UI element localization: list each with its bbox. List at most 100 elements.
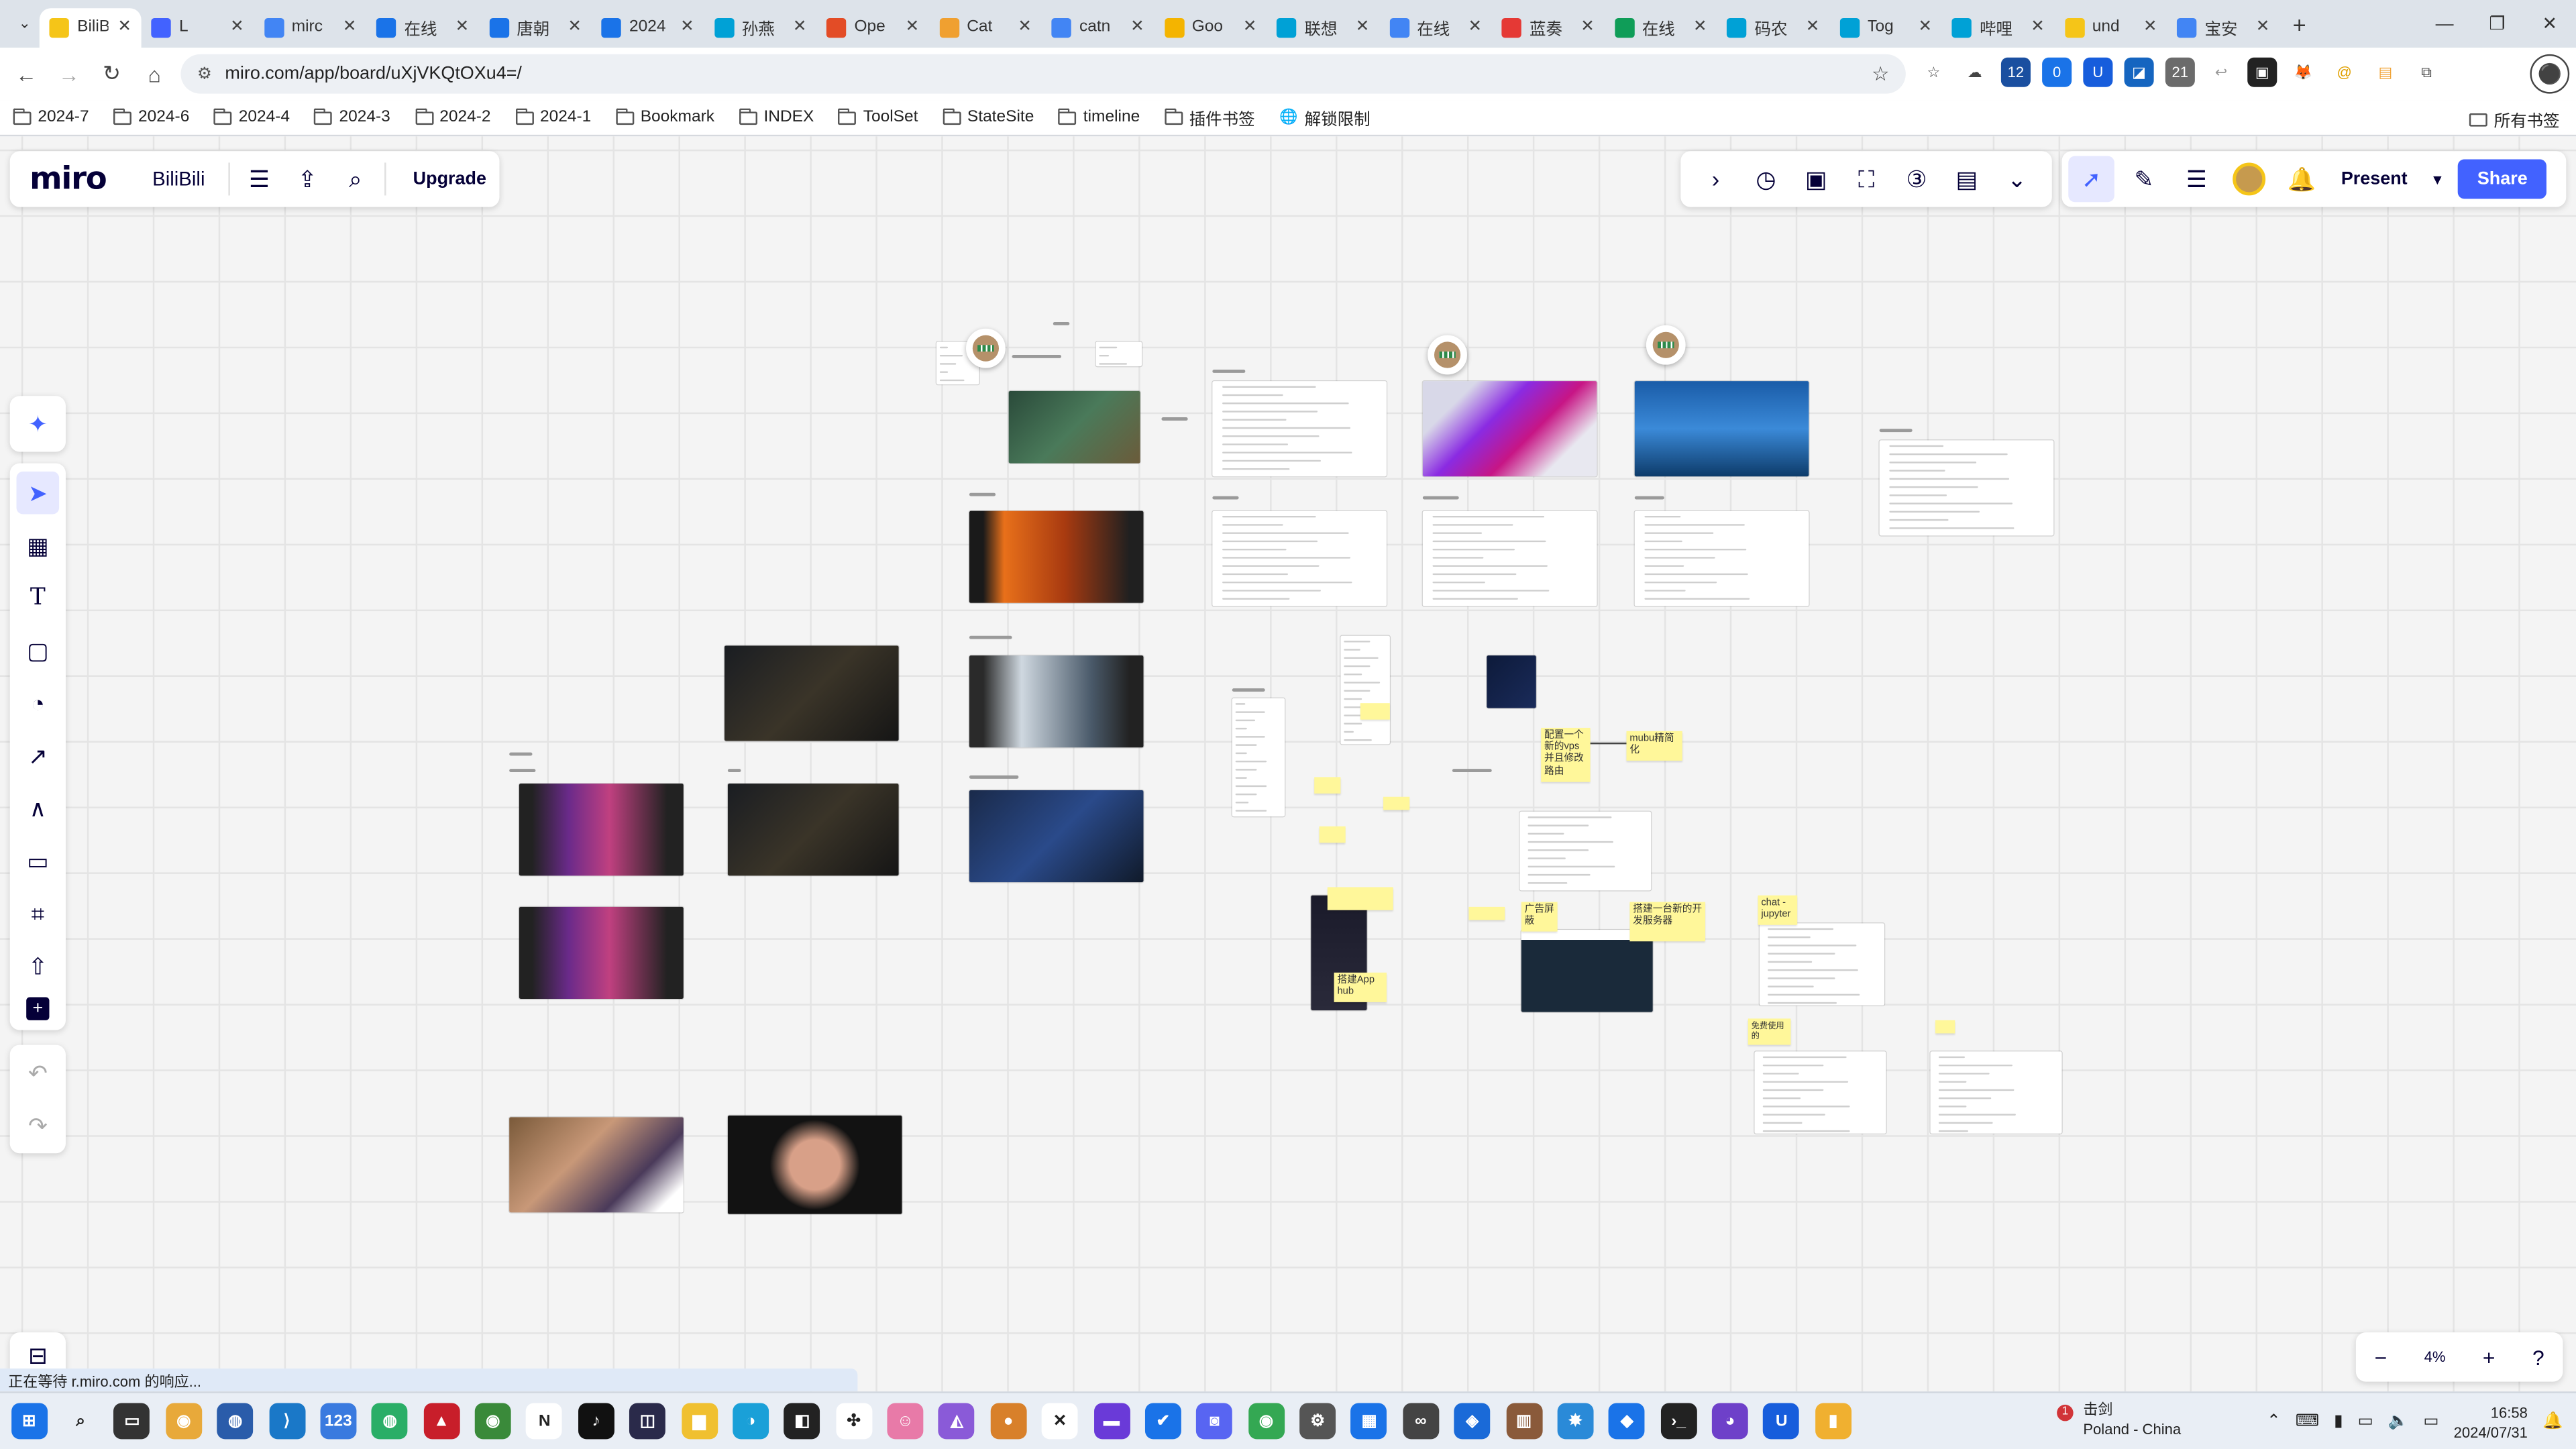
board-image[interactable] xyxy=(727,784,899,876)
settings-icon[interactable]: ⚙ xyxy=(1299,1403,1336,1440)
reply-icon[interactable]: ↩ xyxy=(2206,57,2237,87)
bitwarden-icon[interactable]: U xyxy=(2083,57,2113,87)
browser-tab[interactable]: 在线 ✕ xyxy=(1379,7,1492,47)
tab-close-icon[interactable]: ✕ xyxy=(343,18,357,36)
link-icon[interactable]: ∞ xyxy=(1402,1403,1439,1440)
forward-icon[interactable]: → xyxy=(48,62,91,87)
tab-close-icon[interactable]: ✕ xyxy=(2143,18,2157,36)
sticky-note[interactable]: mubu精简化 xyxy=(1626,731,1682,761)
maximize-icon[interactable]: ❐ xyxy=(2471,13,2523,34)
sticky-note[interactable] xyxy=(1383,796,1410,810)
bookmark-folder[interactable]: 🌐 解锁限制 xyxy=(1279,105,1370,130)
ext-note-icon[interactable]: ▤ xyxy=(2370,57,2400,87)
notification-bell-icon[interactable]: 🔔 xyxy=(2542,1413,2563,1431)
tab-close-icon[interactable]: ✕ xyxy=(680,18,694,36)
sticky-note[interactable]: 搭建App hub xyxy=(1334,972,1387,1003)
app-red-icon[interactable]: ▲ xyxy=(423,1403,460,1440)
reactions-icon[interactable]: ✎ xyxy=(2121,156,2167,203)
board-image[interactable] xyxy=(1487,655,1536,708)
home-icon[interactable]: ⌂ xyxy=(133,62,176,87)
notes-icon[interactable]: ▤ xyxy=(1943,156,1990,203)
redo-icon[interactable]: ↷ xyxy=(16,1104,59,1147)
browser-tab[interactable]: 码农 ✕ xyxy=(1717,7,1829,47)
browser-tab[interactable]: L ✕ xyxy=(142,7,254,47)
search-icon[interactable]: ⌕ xyxy=(62,1403,99,1439)
board-image[interactable] xyxy=(1634,381,1809,477)
export-icon[interactable]: ⇪ xyxy=(290,161,324,197)
ext-black-icon[interactable]: ▣ xyxy=(2247,57,2277,87)
collaborator-avatar[interactable] xyxy=(1646,325,1686,365)
pen-icon[interactable]: ∧ xyxy=(16,787,59,830)
bookmark-folder[interactable]: 2024-6 xyxy=(113,107,189,127)
browser-tab[interactable]: 联想 ✕ xyxy=(1267,7,1379,47)
tab-close-icon[interactable]: ✕ xyxy=(2256,18,2270,36)
app-files-icon[interactable]: ▮ xyxy=(1815,1403,1851,1440)
puzzle-icon[interactable]: ⧉ xyxy=(2412,57,2442,87)
upload-icon[interactable]: ⇧ xyxy=(16,945,59,987)
sticky-note[interactable]: 广告屏蔽 xyxy=(1521,902,1558,932)
browser-tab[interactable]: 2024 ✕ xyxy=(592,7,704,47)
ext-21-icon[interactable]: 21 xyxy=(2165,57,2195,87)
tab-close-icon[interactable]: ✕ xyxy=(1580,18,1595,36)
board-image[interactable] xyxy=(509,1117,684,1213)
board-image[interactable] xyxy=(519,906,684,999)
comment-icon[interactable]: ▭ xyxy=(16,839,59,882)
new-tab-icon[interactable]: + xyxy=(2293,11,2306,37)
tab-close-icon[interactable]: ✕ xyxy=(117,18,131,36)
minimize-icon[interactable]: — xyxy=(2418,14,2471,34)
text-tool-icon[interactable]: T xyxy=(16,577,59,620)
app-cyan-icon[interactable]: ◑ xyxy=(733,1403,769,1440)
screen-capture-icon[interactable]: ⛶ xyxy=(1843,156,1890,203)
cloud-icon[interactable]: ☁ xyxy=(1960,57,1990,87)
board-image[interactable] xyxy=(724,645,899,741)
github-icon[interactable]: ◕ xyxy=(1712,1403,1748,1440)
network-icon[interactable]: ▭ xyxy=(2358,1413,2373,1431)
tab-close-icon[interactable]: ✕ xyxy=(1130,18,1144,36)
chrome-icon[interactable]: ◉ xyxy=(165,1403,202,1440)
board-image[interactable] xyxy=(969,511,1144,603)
user-avatar[interactable] xyxy=(2226,156,2272,203)
comments-icon[interactable]: ☰ xyxy=(2174,156,2220,203)
browser-tab[interactable]: mirc ✕ xyxy=(254,7,366,47)
board-image[interactable] xyxy=(1519,811,1652,891)
site-info-icon[interactable]: ⚙ xyxy=(197,65,212,83)
browser-tab[interactable]: BiliBi ✕ xyxy=(39,7,142,47)
board-image[interactable] xyxy=(1212,511,1387,606)
expand-chevron-icon[interactable]: › xyxy=(1693,156,1739,203)
vscode-icon[interactable]: ⟩ xyxy=(268,1403,305,1440)
bookmark-folder[interactable]: 2024-7 xyxy=(13,107,89,127)
sticky-note[interactable]: chat - jupyter xyxy=(1758,895,1798,926)
store-icon[interactable]: ▦ xyxy=(1351,1403,1388,1440)
bookmark-folder[interactable]: ToolSet xyxy=(839,107,918,127)
bookmark-folder[interactable]: 插件书签 xyxy=(1164,105,1255,129)
notion-icon[interactable]: N xyxy=(526,1403,563,1440)
sticky-note[interactable] xyxy=(1327,887,1393,910)
weather-widget[interactable]: 1 击剑 Poland - China xyxy=(2050,1400,2181,1440)
sticky-note[interactable]: 配置一个新的vps并且修改路由 xyxy=(1541,727,1591,782)
tiktok-icon[interactable]: ♪ xyxy=(578,1403,614,1440)
cursor-collab-icon[interactable]: ➚ xyxy=(2068,156,2114,203)
app-black-icon[interactable]: ◧ xyxy=(784,1403,820,1440)
bookmark-folder[interactable]: INDEX xyxy=(739,107,814,127)
undo-icon[interactable]: ↶ xyxy=(16,1051,59,1094)
board-image[interactable] xyxy=(1340,635,1390,745)
vpn-icon[interactable]: ◍ xyxy=(217,1403,254,1440)
volume-icon[interactable]: 🔈 xyxy=(2388,1413,2408,1431)
board-image[interactable] xyxy=(1422,511,1597,606)
tab-close-icon[interactable]: ✕ xyxy=(1806,18,1820,36)
browser-tab[interactable]: Cat ✕ xyxy=(929,7,1042,47)
bookmark-folder[interactable]: 2024-3 xyxy=(314,107,390,127)
zoom-out-icon[interactable]: − xyxy=(2375,1345,2387,1370)
sticky-note[interactable] xyxy=(1935,1020,1955,1034)
select-tool-icon[interactable]: ➤ xyxy=(16,471,60,515)
frame-icon[interactable]: ⌗ xyxy=(16,892,59,935)
share-button[interactable]: Share xyxy=(2457,159,2548,199)
ime-icon[interactable]: ⌨ xyxy=(2296,1413,2319,1431)
board-image[interactable] xyxy=(727,1115,902,1214)
sticky-note[interactable]: 搭建一台新的开发服务器 xyxy=(1629,902,1706,942)
more-chevron-icon[interactable]: ⌄ xyxy=(1994,156,2040,203)
collaborator-avatar[interactable] xyxy=(966,328,1006,368)
tab-search-icon[interactable]: ⌄ xyxy=(10,9,40,38)
templates-icon[interactable]: ▦ xyxy=(16,524,59,567)
battery-icon[interactable]: ▭ xyxy=(2423,1413,2438,1431)
